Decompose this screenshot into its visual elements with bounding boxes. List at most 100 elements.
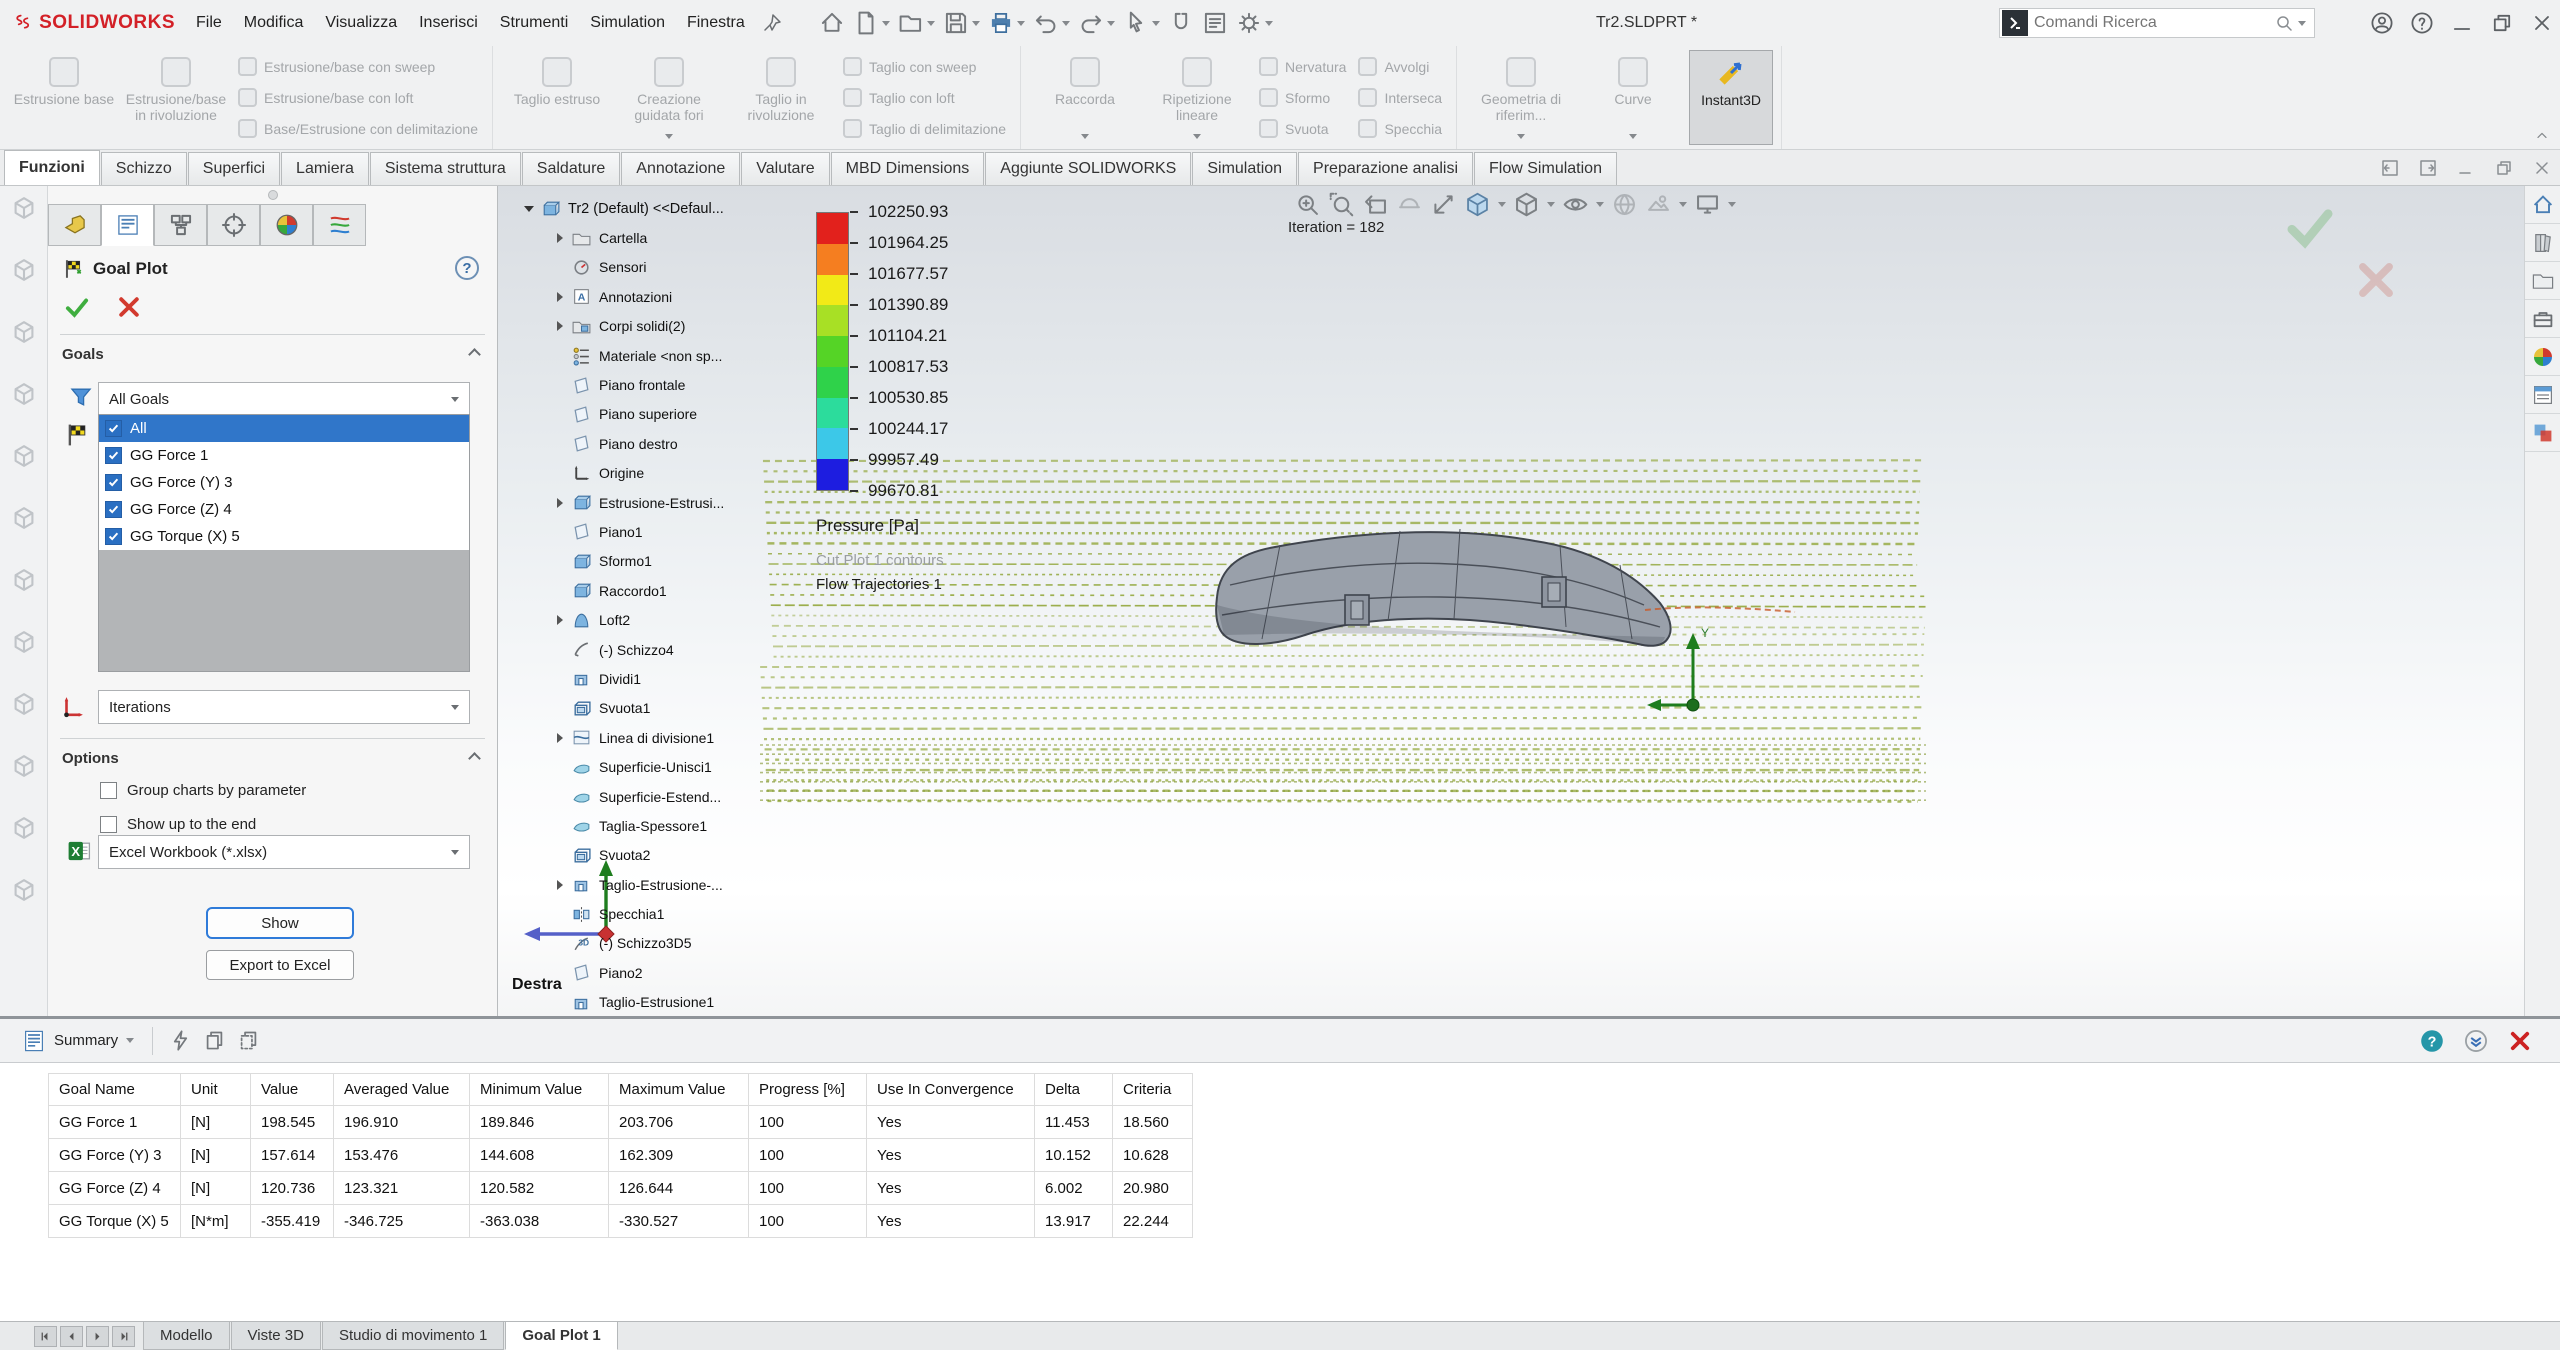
menu-inserisci[interactable]: Inserisci: [408, 0, 489, 46]
goal-checkbox[interactable]: [105, 501, 122, 518]
tree-item-loft2[interactable]: Loft2: [551, 605, 798, 634]
compare-documents[interactable]: [2525, 414, 2560, 452]
gear-icon[interactable]: [1233, 7, 1276, 39]
display-style-icon[interactable]: [1513, 191, 1540, 218]
goal-item-gg-force-1[interactable]: GG Force 1: [99, 442, 469, 469]
tab-preparazione-analisi[interactable]: Preparazione analisi: [1298, 152, 1473, 185]
last-tab-button[interactable]: [112, 1326, 135, 1347]
dock-left-icon[interactable]: [2380, 158, 2400, 178]
table-row[interactable]: GG Force (Z) 4[N]120.736123.321120.58212…: [49, 1172, 1193, 1205]
export-format-dropdown[interactable]: Excel Workbook (*.xlsx): [98, 835, 470, 869]
measure-icon[interactable]: [1430, 191, 1457, 218]
custom-properties[interactable]: [2525, 376, 2560, 414]
goal-item-gg-force-z-4[interactable]: GG Force (Z) 4: [99, 496, 469, 523]
bottom-tab-goal-plot-1[interactable]: Goal Plot 1: [505, 1322, 617, 1350]
tab-sistema-struttura[interactable]: Sistema struttura: [370, 152, 521, 185]
tree-item-svuota1[interactable]: Svuota1: [551, 694, 798, 723]
appearances-globe[interactable]: [2525, 338, 2560, 376]
tree-item-taglio-estrusione1[interactable]: Taglio-Estrusione1: [551, 988, 798, 1016]
ribbon-base-estrusione-con-delimitazione[interactable]: Base/Estrusione con delimitazione: [238, 119, 478, 138]
menu-file[interactable]: File: [185, 0, 233, 46]
select-cursor-icon[interactable]: [1120, 7, 1163, 39]
goal-filter-dropdown[interactable]: All Goals: [98, 382, 470, 416]
bottom-tab-viste-3d[interactable]: Viste 3D: [231, 1322, 321, 1350]
view-orientation-icon[interactable]: [1464, 191, 1491, 218]
ribbon-raccorda[interactable]: Raccorda: [1029, 50, 1141, 145]
options-section-header[interactable]: Options: [62, 750, 483, 767]
feature-strip-icon[interactable]: [10, 504, 38, 532]
goal-checkbox[interactable]: [105, 474, 122, 491]
tree-item-estrusione-estrusi[interactable]: Estrusione-Estrusi...: [551, 488, 798, 517]
tree-item-piano2[interactable]: Piano2: [551, 958, 798, 987]
tree-root[interactable]: Tr2 (Default) <<Defaul...: [520, 194, 798, 223]
bottom-tab-modello[interactable]: Modello: [143, 1322, 230, 1350]
bottom-tab-studio-di-movimento-1[interactable]: Studio di movimento 1: [322, 1322, 504, 1350]
tree-item-schizzo4[interactable]: (-) Schizzo4: [551, 635, 798, 664]
abscissa-dropdown[interactable]: Iterations: [98, 690, 470, 724]
ribbon-taglio-con-sweep[interactable]: Taglio con sweep: [843, 57, 1006, 76]
next-tab-button[interactable]: [86, 1326, 109, 1347]
command-search[interactable]: [1999, 8, 2315, 38]
hide-show-items-icon[interactable]: [1562, 191, 1589, 218]
table-row[interactable]: GG Force (Y) 3[N]157.614153.476144.60816…: [49, 1139, 1193, 1172]
feature-strip-icon[interactable]: [10, 566, 38, 594]
tab-superfici[interactable]: Superfici: [188, 152, 280, 185]
table-row[interactable]: GG Torque (X) 5[N*m]-355.419-346.725-363…: [49, 1205, 1193, 1238]
ribbon-taglio-con-loft[interactable]: Taglio con loft: [843, 88, 1006, 107]
feature-strip-icon[interactable]: [10, 256, 38, 284]
ribbon-creazione-guidata-fori[interactable]: Creazione guidata fori: [613, 50, 725, 145]
search-input[interactable]: [2034, 14, 2274, 32]
zoom-area-icon[interactable]: [1328, 191, 1355, 218]
magnet-icon[interactable]: [1165, 7, 1197, 39]
collapse-pane-icon[interactable]: [2464, 1029, 2488, 1053]
tab-lamiera[interactable]: Lamiera: [281, 152, 369, 185]
search-icon[interactable]: [2274, 13, 2314, 33]
feature-strip-icon[interactable]: [10, 628, 38, 656]
tree-item-cartella[interactable]: Cartella: [551, 223, 798, 252]
tree-item-specchia1[interactable]: Specchia1: [551, 899, 798, 928]
ribbon-interseca[interactable]: Interseca: [1358, 88, 1442, 107]
tree-item-taglia-spessore1[interactable]: Taglia-Spessore1: [551, 811, 798, 840]
tree-item-sformo1[interactable]: Sformo1: [551, 547, 798, 576]
close-pane-icon[interactable]: [2508, 1029, 2532, 1053]
ribbon-taglio-di-delimitazione[interactable]: Taglio di delimitazione: [843, 119, 1006, 138]
tree-item-piano1[interactable]: Piano1: [551, 517, 798, 546]
scene-icon[interactable]: [1645, 191, 1672, 218]
tab-simulation[interactable]: Simulation: [1192, 152, 1297, 185]
previous-view-icon[interactable]: [1362, 191, 1389, 218]
ribbon-avvolgi[interactable]: Avvolgi: [1358, 57, 1442, 76]
panel-help-icon[interactable]: ?: [455, 256, 479, 280]
feature-strip-icon[interactable]: [10, 876, 38, 904]
undo-icon[interactable]: [1030, 7, 1073, 39]
feature-strip-icon[interactable]: [10, 814, 38, 842]
tree-item-piano-destro[interactable]: Piano destro: [551, 429, 798, 458]
tree-item-superficie-unisci1[interactable]: Superficie-Unisci1: [551, 752, 798, 781]
redo-icon[interactable]: [1075, 7, 1118, 39]
file-explorer[interactable]: [2525, 262, 2560, 300]
copy-window-icon[interactable]: [231, 1025, 265, 1057]
dock-right-icon[interactable]: [2418, 158, 2438, 178]
tree-item-piano-frontale[interactable]: Piano frontale: [551, 370, 798, 399]
collapse-ribbon-icon[interactable]: [2534, 127, 2550, 143]
ribbon-estrusione-base-in-rivoluzione[interactable]: Estrusione/base in rivoluzione: [120, 50, 232, 145]
refresh-icon[interactable]: [163, 1025, 197, 1057]
tab-saldature[interactable]: Saldature: [522, 152, 621, 185]
restore-button[interactable]: [2490, 11, 2514, 35]
ribbon-nervatura[interactable]: Nervatura: [1259, 57, 1346, 76]
graphics-viewport[interactable]: Y 102250.93101964.25101677.57101390.8910…: [498, 186, 2524, 1016]
tree-item-piano-superiore[interactable]: Piano superiore: [551, 400, 798, 429]
tab-aggiunte-solidworks[interactable]: Aggiunte SOLIDWORKS: [985, 152, 1191, 185]
ribbon-estrusione-base-con-sweep[interactable]: Estrusione/base con sweep: [238, 57, 478, 76]
doc-close-icon[interactable]: [2532, 158, 2552, 178]
goal-checkbox[interactable]: [105, 447, 122, 464]
zoom-fit-icon[interactable]: [1294, 191, 1321, 218]
ribbon-ripetizione-lineare[interactable]: Ripetizione lineare: [1141, 50, 1253, 145]
ribbon-geometria-di-riferim[interactable]: Geometria di riferim...: [1465, 50, 1577, 145]
goal-item-all[interactable]: All: [99, 415, 469, 442]
summary-view-dropdown[interactable]: Summary: [14, 1025, 142, 1057]
menu-finestra[interactable]: Finestra: [676, 0, 756, 46]
previous-tab-button[interactable]: [60, 1326, 83, 1347]
help-icon[interactable]: [2410, 11, 2434, 35]
tree-item-annotazioni[interactable]: AAnnotazioni: [551, 282, 798, 311]
tab-schizzo[interactable]: Schizzo: [101, 152, 187, 185]
